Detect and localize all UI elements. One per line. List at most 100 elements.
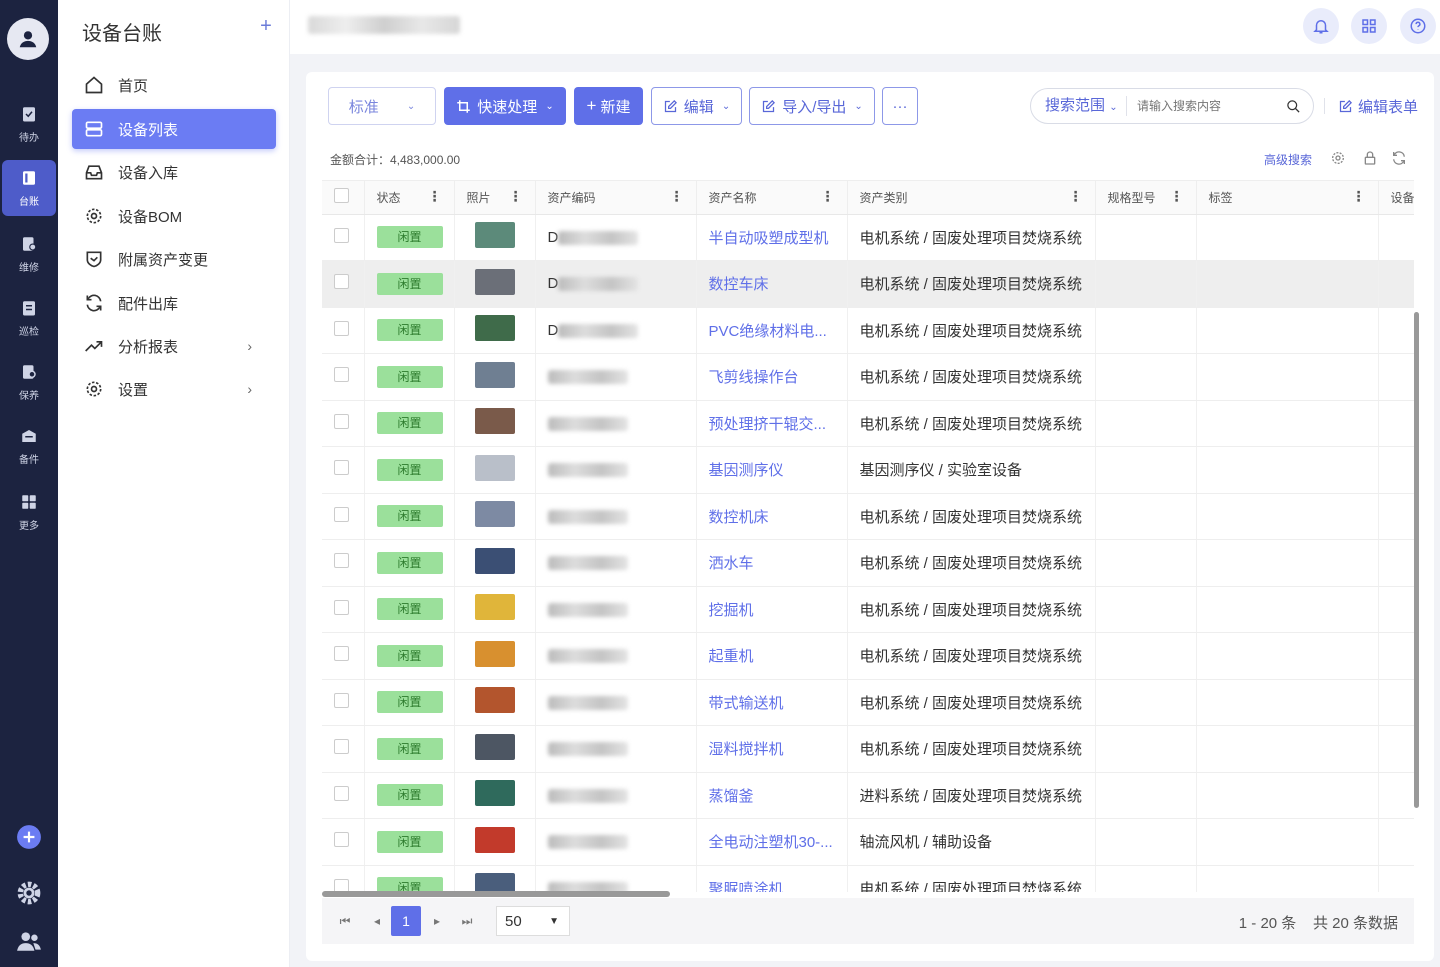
asset-name-link[interactable]: 聚脲喷涂机 xyxy=(709,881,784,892)
row-checkbox[interactable] xyxy=(334,227,349,243)
asset-name-link[interactable]: 数控机床 xyxy=(709,509,769,526)
asset-name-link[interactable]: 预处理挤干辊交... xyxy=(709,416,827,433)
row-checkbox[interactable] xyxy=(334,692,349,708)
column-menu-icon[interactable]: ⋮ xyxy=(509,189,523,203)
last-page-button[interactable]: ⏭ xyxy=(452,906,482,936)
asset-photo[interactable] xyxy=(474,408,515,435)
search-scope-select[interactable]: 搜索范围 ⌄ xyxy=(1031,96,1127,116)
edit-button[interactable]: 编辑 ⌄ xyxy=(651,87,742,125)
prev-page-button[interactable]: ◂ xyxy=(362,906,392,936)
asset-name-link[interactable]: 全电动注塑机30-... xyxy=(709,834,833,851)
search-input[interactable] xyxy=(1137,99,1287,113)
table-row[interactable]: 闲置 数控机床 电机系统 / 固废处理项目焚烧系统 xyxy=(322,493,1414,540)
table-row[interactable]: 闲置 基因测序仪 基因测序仪 / 实验室设备 xyxy=(322,446,1414,494)
row-checkbox[interactable] xyxy=(334,646,349,662)
help-button[interactable] xyxy=(1400,8,1436,44)
row-checkbox[interactable] xyxy=(334,832,349,848)
rail-item-inspection[interactable]: 巡检 xyxy=(2,290,56,346)
row-checkbox[interactable] xyxy=(334,553,349,569)
column-menu-icon[interactable]: ⋮ xyxy=(1352,189,1366,203)
row-checkbox[interactable] xyxy=(334,367,349,383)
refresh-icon[interactable] xyxy=(1391,150,1407,166)
asset-name-link[interactable]: 基因测序仪 xyxy=(709,462,784,479)
sidebar-item-home[interactable]: 首页 xyxy=(72,65,276,105)
row-checkbox[interactable] xyxy=(334,739,349,755)
apps-button[interactable] xyxy=(1351,8,1387,44)
search-icon[interactable] xyxy=(1286,99,1301,114)
rail-item-repair[interactable]: 维修 xyxy=(2,226,56,282)
vertical-scrollbar[interactable] xyxy=(1414,312,1419,808)
sidebar-item-device-inbound[interactable]: 设备入库 xyxy=(72,152,276,192)
column-header[interactable]: 照片 ⋮ xyxy=(454,181,536,215)
asset-name-link[interactable]: 洒水车 xyxy=(709,555,754,572)
sidebar-item-asset-change[interactable]: 附属资产变更 xyxy=(72,239,276,279)
select-all-checkbox[interactable] xyxy=(334,188,349,204)
settings-icon[interactable] xyxy=(1330,150,1346,166)
row-checkbox[interactable] xyxy=(334,460,349,476)
table-row[interactable]: 闲置 预处理挤干辊交... 电机系统 / 固废处理项目焚烧系统 xyxy=(322,400,1414,447)
sidebar-item-device-bom[interactable]: 设备BOM xyxy=(72,196,276,236)
advanced-search-link[interactable]: 高级搜索 xyxy=(1264,151,1312,168)
asset-photo[interactable] xyxy=(474,501,515,528)
table-row[interactable]: 闲置 飞剪线操作台 电机系统 / 固废处理项目焚烧系统 xyxy=(322,353,1414,401)
asset-photo[interactable] xyxy=(474,733,515,760)
new-button[interactable]: + 新建 xyxy=(574,87,643,125)
import-export-button[interactable]: 导入/导出 ⌄ xyxy=(749,87,875,125)
table-row[interactable]: 闲置 D PVC绝缘材料电... 电机系统 / 固废处理项目焚烧系统 xyxy=(322,307,1414,354)
rail-team-button[interactable] xyxy=(0,928,58,954)
quick-process-button[interactable]: 快速处理 ⌄ xyxy=(444,87,566,125)
asset-name-link[interactable]: 半自动吸塑成型机 xyxy=(709,230,829,247)
column-menu-icon[interactable]: ⋮ xyxy=(428,189,442,203)
column-menu-icon[interactable]: ⋮ xyxy=(821,189,835,203)
asset-name-link[interactable]: PVC绝缘材料电... xyxy=(709,323,827,340)
table-row[interactable]: 闲置 带式输送机 电机系统 / 固废处理项目焚烧系统 xyxy=(322,679,1414,726)
asset-photo[interactable] xyxy=(474,222,515,249)
row-checkbox[interactable] xyxy=(334,320,349,336)
sidebar-item-parts-outbound[interactable]: 配件出库 xyxy=(72,283,276,323)
asset-name-link[interactable]: 数控车床 xyxy=(709,276,769,293)
row-checkbox[interactable] xyxy=(334,599,349,615)
column-header[interactable]: 规格型号 ⋮ xyxy=(1095,181,1197,215)
column-header[interactable]: 资产名称 ⋮ xyxy=(696,181,848,215)
asset-name-link[interactable]: 蒸馏釜 xyxy=(709,788,754,805)
asset-name-link[interactable]: 湿料搅拌机 xyxy=(709,741,784,758)
asset-photo[interactable] xyxy=(474,268,515,295)
asset-name-link[interactable]: 飞剪线操作台 xyxy=(709,369,799,386)
table-row[interactable]: 闲置 全电动注塑机30-... 轴流风机 / 辅助设备 xyxy=(322,818,1414,866)
asset-photo[interactable] xyxy=(474,547,515,574)
column-header[interactable]: 资产编码 ⋮ xyxy=(535,181,697,215)
rail-item-maintenance[interactable]: 保养 xyxy=(2,354,56,410)
user-avatar[interactable] xyxy=(7,18,49,60)
page-size-select[interactable]: 50 ▼ xyxy=(496,906,570,936)
row-checkbox[interactable] xyxy=(334,878,349,892)
column-menu-icon[interactable]: ⋮ xyxy=(1170,189,1184,203)
view-select[interactable]: 标准 ⌄ xyxy=(328,87,436,125)
rail-item-ledger[interactable]: 台账 xyxy=(2,160,56,216)
more-actions-button[interactable]: ··· xyxy=(882,87,918,125)
sidebar-item-device-list[interactable]: 设备列表 xyxy=(72,109,276,149)
sidebar-add-button[interactable]: + xyxy=(255,16,277,38)
rail-add-button[interactable] xyxy=(0,824,58,850)
asset-name-link[interactable]: 带式输送机 xyxy=(709,695,784,712)
asset-photo[interactable] xyxy=(474,454,515,481)
column-header[interactable]: 资产类别 ⋮ xyxy=(847,181,1096,215)
asset-photo[interactable] xyxy=(474,640,515,667)
table-row[interactable]: 闲置 聚脲喷涂机 电机系统 / 固废处理项目焚烧系统 xyxy=(322,865,1414,892)
column-menu-icon[interactable]: ⋮ xyxy=(1069,189,1083,203)
rail-item-spare-parts[interactable]: 备件 xyxy=(2,418,56,474)
asset-photo[interactable] xyxy=(474,594,515,621)
current-page-button[interactable]: 1 xyxy=(391,906,421,936)
asset-photo[interactable] xyxy=(474,780,515,807)
row-checkbox[interactable] xyxy=(334,506,349,522)
column-header[interactable]: 标签 ⋮ xyxy=(1196,181,1379,215)
row-checkbox[interactable] xyxy=(334,413,349,429)
column-header[interactable]: 状态 ⋮ xyxy=(364,181,455,215)
rail-item-todo[interactable]: 待办 xyxy=(2,96,56,152)
horizontal-scrollbar[interactable] xyxy=(322,891,670,897)
asset-name-link[interactable]: 起重机 xyxy=(709,648,754,665)
row-checkbox[interactable] xyxy=(334,785,349,801)
rail-item-more[interactable]: 更多 xyxy=(2,484,56,540)
table-row[interactable]: 闲置 起重机 电机系统 / 固废处理项目焚烧系统 xyxy=(322,632,1414,680)
column-header[interactable]: 设备 xyxy=(1378,181,1414,215)
asset-photo[interactable] xyxy=(474,873,515,892)
